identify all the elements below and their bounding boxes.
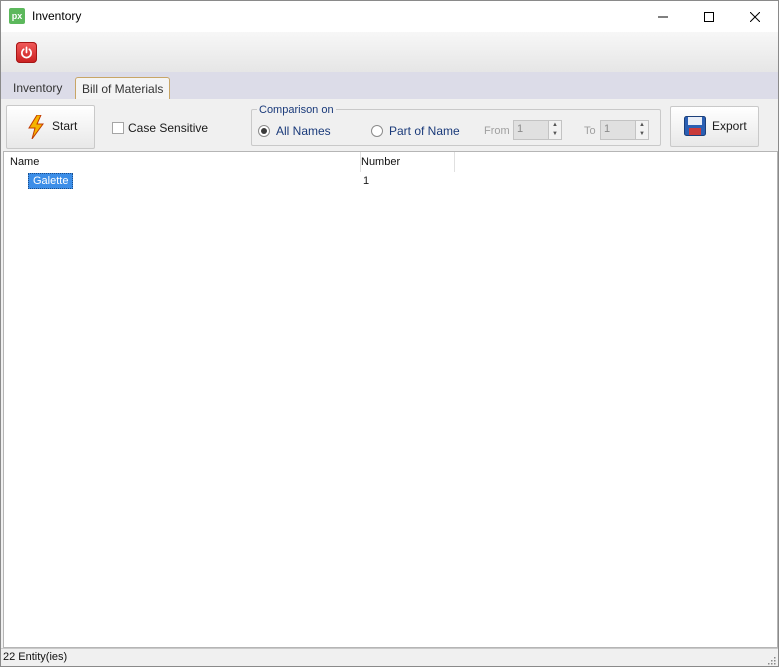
from-value: 1 (517, 123, 524, 135)
maximize-button[interactable] (686, 1, 732, 32)
power-button[interactable] (16, 42, 37, 63)
tab-inventory[interactable]: Inventory (7, 78, 68, 98)
start-label: Start (52, 119, 78, 133)
to-spinner[interactable]: 1 ▲ ▼ (600, 120, 649, 140)
radio-all-names-dot[interactable] (258, 125, 270, 137)
power-icon (21, 46, 32, 59)
app-window: px Inventory Inventory Bill of Materials (0, 0, 779, 667)
radio-all-names[interactable]: All Names (258, 124, 331, 138)
to-value: 1 (604, 123, 611, 135)
window-title: Inventory (32, 9, 82, 23)
minimize-button[interactable] (640, 1, 686, 32)
close-icon (750, 11, 760, 22)
lightning-icon (28, 115, 44, 139)
case-sensitive-checkbox[interactable]: Case Sensitive (112, 121, 208, 135)
list-item-number: 1 (363, 175, 370, 187)
export-button[interactable]: Export (670, 106, 759, 147)
from-spinner[interactable]: 1 ▲ ▼ (513, 120, 562, 140)
minimize-icon (658, 16, 668, 17)
app-logo-icon: px (9, 8, 25, 24)
radio-all-names-label: All Names (276, 124, 331, 138)
comparison-title: Comparison on (257, 104, 336, 116)
close-button[interactable] (732, 1, 778, 32)
radio-part-of-name[interactable]: Part of Name (371, 124, 460, 138)
resize-grip-icon[interactable] (766, 655, 776, 665)
radio-part-of-name-dot[interactable] (371, 125, 383, 137)
column-header-number[interactable]: Number (361, 152, 455, 172)
from-spinner-arrows-icon[interactable]: ▲ ▼ (548, 121, 561, 139)
status-text: 22 Entity(ies) (3, 651, 68, 663)
list-item-name[interactable]: Galette (28, 173, 74, 189)
radio-part-of-name-label: Part of Name (389, 124, 460, 138)
to-label: To (584, 125, 596, 137)
case-sensitive-label: Case Sensitive (128, 121, 209, 135)
floppy-disk-icon (684, 116, 706, 136)
tab-strip: Inventory Bill of Materials (1, 72, 778, 100)
toolbar (1, 32, 778, 72)
start-button[interactable]: Start (6, 105, 95, 149)
maximize-icon (704, 11, 714, 22)
to-spinner-arrows-icon[interactable]: ▲ ▼ (635, 121, 648, 139)
title-bar[interactable]: px Inventory (1, 1, 778, 32)
checkbox-box[interactable] (112, 122, 124, 134)
options-panel: Start Case Sensitive Comparison on All N… (1, 99, 778, 151)
tab-bill-of-materials[interactable]: Bill of Materials (75, 77, 171, 100)
materials-list[interactable]: Name Number Galette 1 (3, 151, 778, 648)
from-label: From (484, 125, 510, 137)
export-label: Export (712, 119, 747, 133)
column-header-name[interactable]: Name (4, 152, 361, 172)
status-bar: 22 Entity(ies) (1, 648, 778, 666)
comparison-group: Comparison on All Names Part of Name Fro… (251, 104, 661, 146)
